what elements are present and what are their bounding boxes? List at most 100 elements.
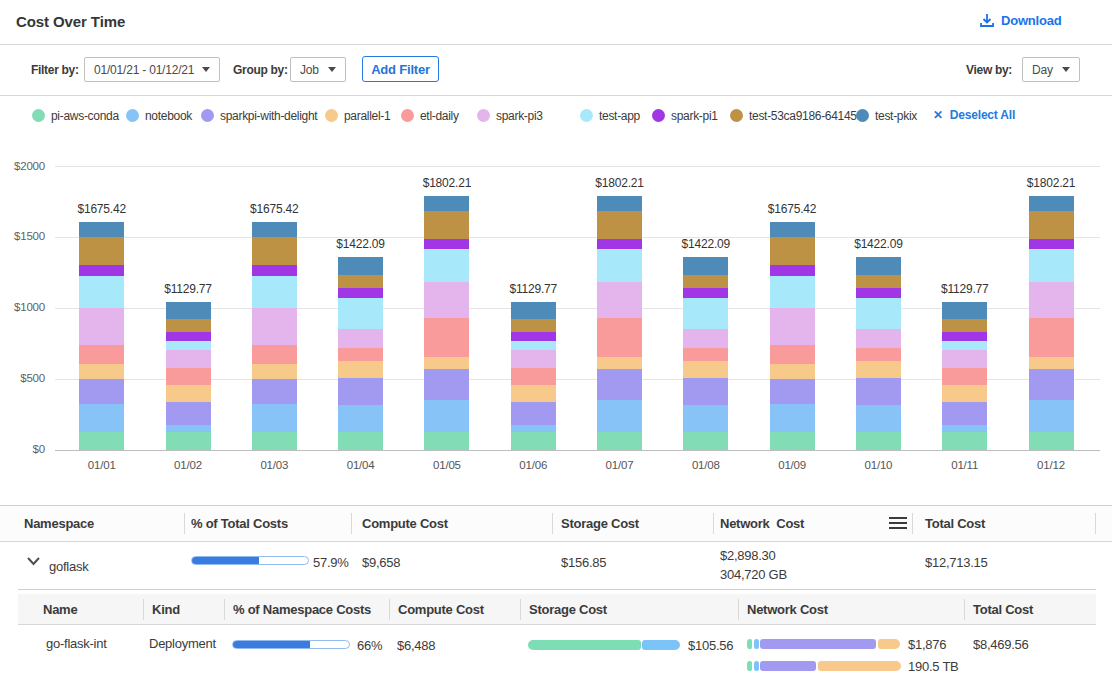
bar-segment-sparkpi-with-delight-01/06[interactable]	[511, 402, 556, 425]
bar-segment-parallel-1-01/08[interactable]	[683, 361, 728, 378]
bar-segment-notebook-01/12[interactable]	[1029, 400, 1074, 432]
bar-segment-etl-daily-01/04[interactable]	[338, 348, 383, 361]
bar-segment-spark-pi3-01/02[interactable]	[166, 350, 211, 368]
bar-segment-spark-pi3-01/01[interactable]	[79, 308, 124, 345]
bar-segment-sparkpi-with-delight-01/01[interactable]	[79, 379, 124, 404]
download-button[interactable]: Download	[980, 13, 1062, 28]
bar-segment-test-pkix-01/06[interactable]	[511, 302, 556, 320]
bar-segment-parallel-1-01/07[interactable]	[597, 357, 642, 369]
bar-segment-test-app-01/06[interactable]	[511, 341, 556, 350]
bar-segment-spark-pi3-01/12[interactable]	[1029, 282, 1074, 318]
bar-segment-etl-daily-01/08[interactable]	[683, 348, 728, 361]
bar-segment-test-pkix-01/08[interactable]	[683, 257, 728, 275]
legend-item-spark-pi3[interactable]: spark-pi3	[477, 107, 543, 124]
deselect-all-button[interactable]: ✕ Deselect All	[933, 108, 1015, 122]
bar-segment-notebook-01/09[interactable]	[770, 404, 815, 432]
bar-segment-test-pkix-01/11[interactable]	[942, 302, 987, 320]
bar-segment-notebook-01/10[interactable]	[856, 405, 901, 432]
bar-segment-test-pkix-01/07[interactable]	[597, 196, 642, 212]
bar-segment-notebook-01/03[interactable]	[252, 404, 297, 432]
add-filter-button[interactable]: Add Filter	[362, 56, 439, 82]
bar-segment-pi-aws-conda-01/12[interactable]	[1029, 432, 1074, 450]
bar-segment-spark-pi3-01/05[interactable]	[424, 282, 469, 318]
bar-segment-test-53ca9186-64145-01/11[interactable]	[942, 319, 987, 331]
bar-segment-test-app-01/11[interactable]	[942, 341, 987, 350]
legend-item-notebook[interactable]: notebook	[126, 107, 192, 124]
bar-segment-pi-aws-conda-01/07[interactable]	[597, 432, 642, 450]
bar-segment-test-app-01/01[interactable]	[79, 276, 124, 308]
bar-segment-spark-pi1-01/04[interactable]	[338, 288, 383, 298]
bar-segment-notebook-01/04[interactable]	[338, 405, 383, 432]
bar-segment-parallel-1-01/02[interactable]	[166, 385, 211, 402]
legend-item-etl-daily[interactable]: etl-daily	[401, 107, 459, 124]
bar-segment-test-app-01/09[interactable]	[770, 276, 815, 308]
bar-segment-spark-pi1-01/10[interactable]	[856, 288, 901, 298]
bar-segment-spark-pi3-01/10[interactable]	[856, 329, 901, 348]
bar-segment-parallel-1-01/06[interactable]	[511, 385, 556, 402]
bar-segment-etl-daily-01/09[interactable]	[770, 345, 815, 364]
bar-segment-spark-pi3-01/09[interactable]	[770, 308, 815, 345]
bar-segment-etl-daily-01/02[interactable]	[166, 368, 211, 385]
bar-segment-sparkpi-with-delight-01/11[interactable]	[942, 402, 987, 425]
bar-segment-notebook-01/06[interactable]	[511, 425, 556, 432]
legend-item-parallel-1[interactable]: parallel-1	[325, 107, 390, 124]
bar-segment-test-53ca9186-64145-01/09[interactable]	[770, 237, 815, 265]
bar-segment-notebook-01/08[interactable]	[683, 405, 728, 432]
bar-segment-notebook-01/11[interactable]	[942, 425, 987, 432]
bar-segment-notebook-01/05[interactable]	[424, 400, 469, 432]
bar-segment-test-app-01/10[interactable]	[856, 298, 901, 329]
bar-segment-test-53ca9186-64145-01/06[interactable]	[511, 319, 556, 331]
bar-segment-spark-pi3-01/11[interactable]	[942, 350, 987, 368]
bar-segment-parallel-1-01/09[interactable]	[770, 364, 815, 379]
bar-segment-spark-pi1-01/12[interactable]	[1029, 239, 1074, 249]
bar-segment-notebook-01/07[interactable]	[597, 400, 642, 432]
bar-segment-pi-aws-conda-01/08[interactable]	[683, 432, 728, 449]
view-by-select[interactable]: Day	[1022, 57, 1080, 82]
bar-segment-test-pkix-01/05[interactable]	[424, 196, 469, 212]
bar-segment-spark-pi3-01/03[interactable]	[252, 308, 297, 345]
bar-segment-test-pkix-01/10[interactable]	[856, 257, 901, 275]
bar-segment-pi-aws-conda-01/02[interactable]	[166, 432, 211, 449]
legend-item-sparkpi-with-delight[interactable]: sparkpi-with-delight	[201, 107, 317, 124]
bar-segment-spark-pi1-01/11[interactable]	[942, 332, 987, 341]
bar-segment-pi-aws-conda-01/11[interactable]	[942, 432, 987, 449]
bar-segment-parallel-1-01/12[interactable]	[1029, 357, 1074, 369]
bar-segment-sparkpi-with-delight-01/05[interactable]	[424, 369, 469, 400]
bar-segment-pi-aws-conda-01/05[interactable]	[424, 432, 469, 450]
bar-segment-test-pkix-01/02[interactable]	[166, 302, 211, 320]
bar-segment-pi-aws-conda-01/04[interactable]	[338, 432, 383, 449]
bar-segment-test-53ca9186-64145-01/04[interactable]	[338, 275, 383, 288]
bar-segment-etl-daily-01/12[interactable]	[1029, 318, 1074, 358]
bar-segment-etl-daily-01/06[interactable]	[511, 368, 556, 385]
bar-segment-parallel-1-01/05[interactable]	[424, 357, 469, 369]
bar-segment-parallel-1-01/01[interactable]	[79, 364, 124, 379]
bar-segment-spark-pi3-01/06[interactable]	[511, 350, 556, 368]
bar-segment-spark-pi3-01/08[interactable]	[683, 329, 728, 348]
bar-segment-pi-aws-conda-01/06[interactable]	[511, 432, 556, 449]
bar-segment-etl-daily-01/01[interactable]	[79, 345, 124, 364]
bar-segment-test-app-01/08[interactable]	[683, 298, 728, 329]
group-by-select[interactable]: Job	[290, 57, 346, 82]
bar-segment-test-app-01/03[interactable]	[252, 276, 297, 308]
bar-segment-spark-pi1-01/07[interactable]	[597, 239, 642, 249]
bar-segment-pi-aws-conda-01/03[interactable]	[252, 432, 297, 450]
bar-segment-test-app-01/05[interactable]	[424, 249, 469, 281]
bar-segment-etl-daily-01/03[interactable]	[252, 345, 297, 364]
legend-item-pi-aws-conda[interactable]: pi-aws-conda	[32, 107, 119, 124]
bar-segment-test-53ca9186-64145-01/05[interactable]	[424, 211, 469, 239]
bar-segment-test-pkix-01/12[interactable]	[1029, 196, 1074, 212]
bar-segment-test-53ca9186-64145-01/03[interactable]	[252, 237, 297, 265]
column-settings-icon[interactable]	[889, 517, 907, 530]
bar-segment-sparkpi-with-delight-01/02[interactable]	[166, 402, 211, 425]
bar-segment-test-app-01/04[interactable]	[338, 298, 383, 329]
bar-segment-test-53ca9186-64145-01/07[interactable]	[597, 211, 642, 239]
bar-segment-test-53ca9186-64145-01/12[interactable]	[1029, 211, 1074, 239]
bar-segment-spark-pi1-01/01[interactable]	[79, 265, 124, 276]
bar-segment-parallel-1-01/11[interactable]	[942, 385, 987, 402]
bar-segment-sparkpi-with-delight-01/07[interactable]	[597, 369, 642, 400]
bar-segment-spark-pi1-01/02[interactable]	[166, 332, 211, 341]
bar-segment-spark-pi1-01/09[interactable]	[770, 265, 815, 276]
bar-segment-pi-aws-conda-01/10[interactable]	[856, 432, 901, 449]
bar-segment-test-53ca9186-64145-01/08[interactable]	[683, 275, 728, 288]
bar-segment-spark-pi1-01/06[interactable]	[511, 332, 556, 341]
